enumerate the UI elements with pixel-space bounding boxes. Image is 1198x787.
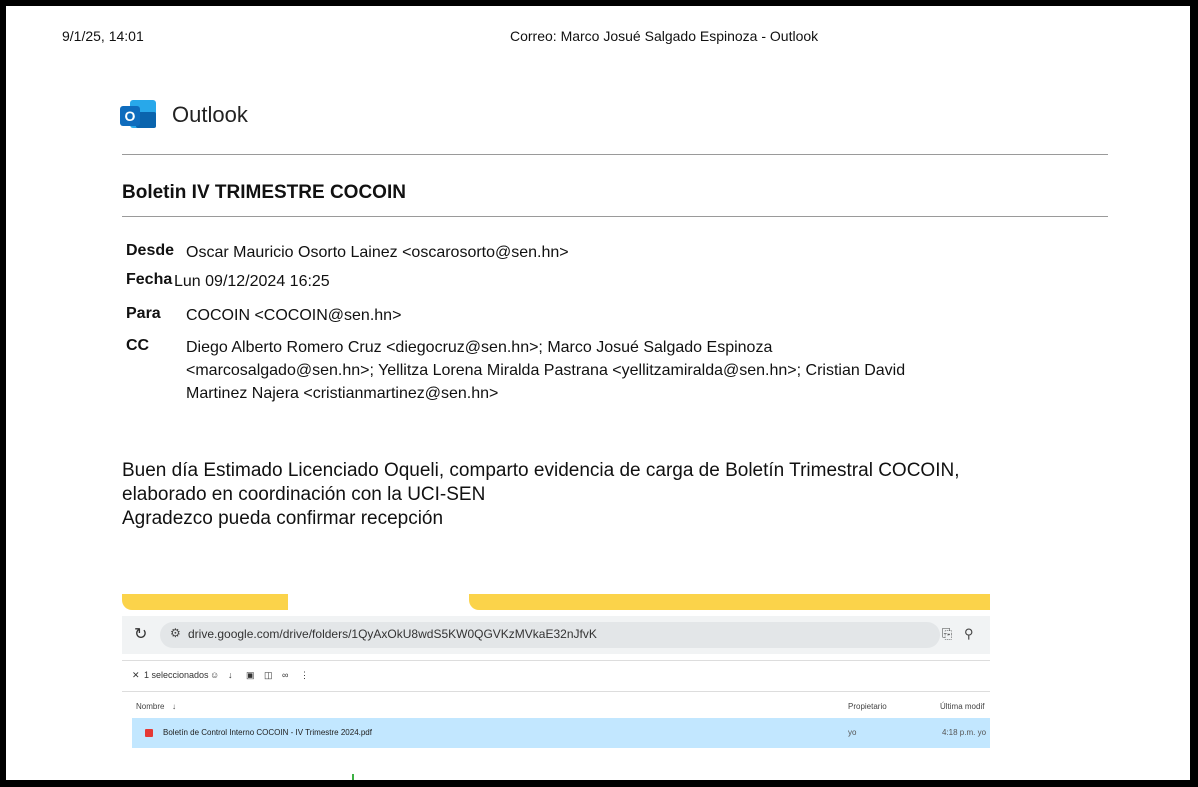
site-settings-icon: ⚙ — [170, 626, 181, 640]
yellow-strip — [469, 594, 990, 610]
cc-value: Diego Alberto Romero Cruz <diegocruz@sen… — [186, 336, 905, 405]
embedded-drive-screenshot: ↻ ⚙ drive.google.com/drive/folders/1QyAx… — [122, 594, 990, 780]
reload-icon: ↻ — [134, 626, 148, 643]
printed-page: 9/1/25, 14:01 Correo: Marco Josué Salgad… — [6, 6, 1190, 780]
url-box: ⚙ drive.google.com/drive/folders/1QyAxOk… — [160, 622, 940, 648]
outlook-logo-icon: O — [118, 98, 158, 132]
drive-selection-toolbar: ✕ 1 seleccionados ☺ ↓ ▣ ◫ ∞ ⋮ — [122, 660, 990, 692]
print-title: Correo: Marco Josué Salgado Espinoza - O… — [510, 28, 819, 44]
date-value: Lun 09/12/2024 16:25 — [174, 273, 330, 290]
divider — [122, 216, 1108, 217]
brand-name: Outlook — [172, 102, 248, 127]
selection-count: 1 seleccionados — [144, 670, 209, 680]
install-icon: ⎘ — [942, 626, 953, 641]
email-body: Buen día Estimado Licenciado Oqueli, com… — [122, 459, 1102, 531]
col-modified: Última modif — [940, 702, 985, 711]
email-subject: Boletin IV TRIMESTRE COCOIN — [122, 182, 406, 203]
cc-line: <marcosalgado@sen.hn>; Yellitza Lorena M… — [186, 362, 906, 379]
from-value: Oscar Mauricio Osorto Lainez <oscarosort… — [186, 244, 569, 261]
trash-icon: ◫ — [264, 670, 273, 680]
file-name: Boletín de Control Interno COCOIN - IV T… — [163, 728, 372, 737]
body-line: Buen día Estimado Licenciado Oqueli, com… — [122, 460, 960, 481]
print-date: 9/1/25, 14:01 — [62, 28, 144, 44]
more-icon: ⋮ — [300, 670, 309, 680]
to-value: COCOIN <COCOIN@sen.hn> — [186, 307, 402, 324]
body-line: elaborado en coordinación con la UCI-SEN — [122, 484, 486, 505]
download-icon: ↓ — [228, 670, 233, 680]
sort-down-icon: ↓ — [172, 702, 176, 711]
file-modified: 4:18 p.m. yo — [942, 728, 987, 737]
file-owner: yo — [848, 728, 857, 737]
body-line: Agradezco pueda confirmar recepción — [122, 508, 444, 529]
move-icon: ▣ — [246, 670, 255, 680]
pdf-icon — [145, 729, 153, 737]
divider — [122, 154, 1108, 155]
to-label: Para — [126, 305, 161, 322]
cc-line: Martinez Najera <cristianmartinez@sen.hn… — [186, 385, 499, 402]
cc-line: Diego Alberto Romero Cruz <diegocruz@sen… — [186, 339, 773, 356]
share-icon: ☺ — [210, 670, 220, 680]
green-mark — [352, 774, 354, 780]
yellow-strip — [122, 594, 288, 610]
date-label: Fecha — [126, 271, 173, 288]
cc-label: CC — [126, 337, 150, 354]
file-row: Boletín de Control Interno COCOIN - IV T… — [132, 718, 990, 748]
browser-address-bar: ↻ ⚙ drive.google.com/drive/folders/1QyAx… — [122, 616, 990, 654]
col-owner: Propietario — [848, 702, 887, 711]
url-text: drive.google.com/drive/folders/1QyAxOkU8… — [188, 627, 597, 641]
col-name: Nombre — [136, 702, 165, 711]
close-icon: ✕ — [132, 670, 140, 680]
from-label: Desde — [126, 242, 175, 259]
outlook-brand: O Outlook — [118, 98, 248, 132]
zoom-icon: ⚲ — [964, 626, 974, 641]
link-icon: ∞ — [282, 670, 289, 680]
outlook-logo-letter: O — [120, 106, 140, 126]
